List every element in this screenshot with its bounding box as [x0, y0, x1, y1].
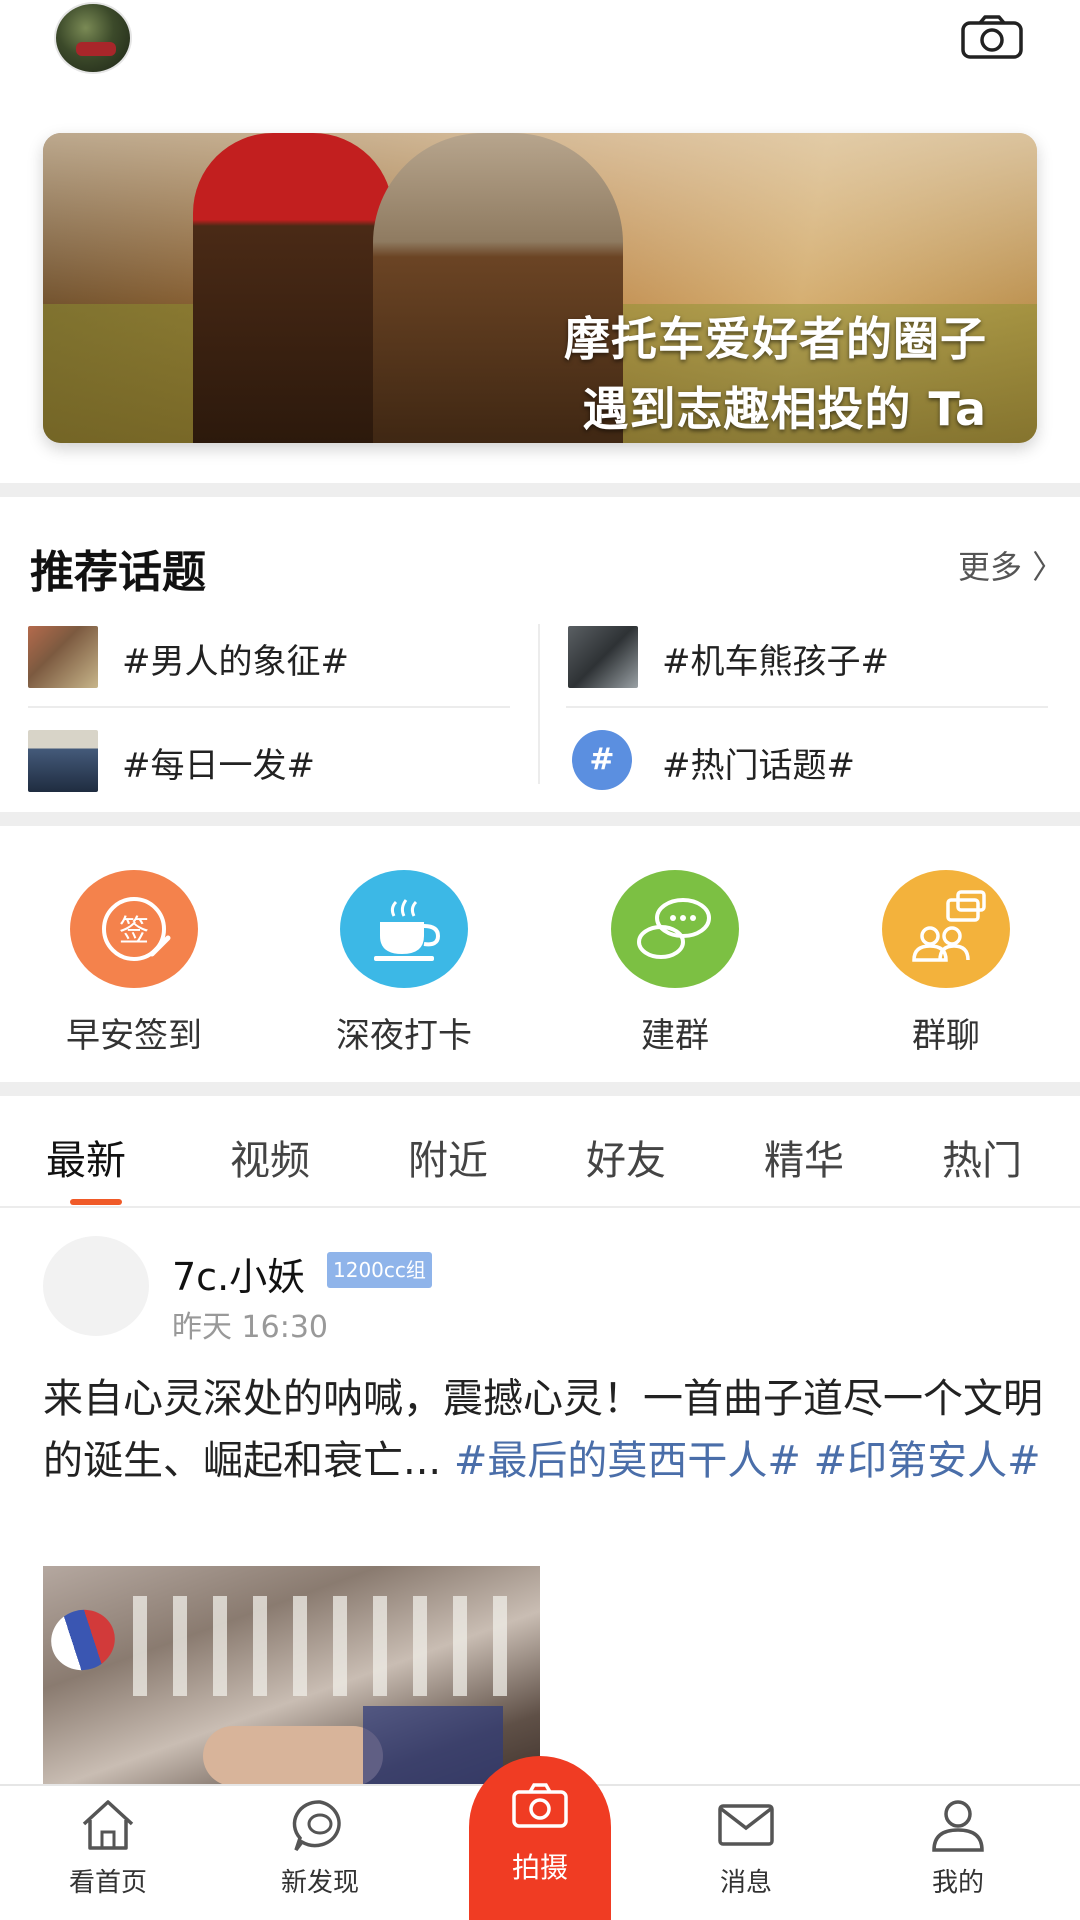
topic-item[interactable]: #机车熊孩子# — [568, 620, 1048, 700]
tab-featured[interactable]: 精华 — [764, 1128, 844, 1186]
post-timestamp: 昨天 16:30 — [172, 1310, 328, 1345]
home-icon — [82, 1800, 134, 1850]
discover-icon — [292, 1800, 341, 1852]
nav-label: 新发现 — [280, 1868, 359, 1898]
shortcut-morning-checkin[interactable]: 签 早安签到 — [34, 870, 234, 1057]
tab-hot[interactable]: 热门 — [942, 1128, 1022, 1186]
svg-text:签: 签 — [119, 914, 149, 949]
checkin-icon: 签 — [70, 870, 198, 988]
nav-messages[interactable]: 消息 — [676, 1796, 816, 1899]
banner-headline: 摩托车爱好者的圈子 — [564, 312, 987, 366]
post-username[interactable]: 7c.小妖 — [172, 1246, 305, 1301]
shortcut-group-chat[interactable]: 群聊 — [846, 870, 1046, 1057]
nav-profile[interactable]: 我的 — [888, 1796, 1028, 1899]
shortcut-label: 群聊 — [912, 1016, 980, 1056]
tab-video[interactable]: 视频 — [230, 1128, 310, 1186]
nav-home[interactable]: 看首页 — [38, 1796, 178, 1899]
user-avatar[interactable] — [54, 2, 132, 74]
shortcut-create-group[interactable]: 建群 — [575, 870, 775, 1057]
nav-label: 看首页 — [68, 1868, 147, 1898]
chat-bubbles-icon — [611, 870, 739, 988]
topic-label: #机车熊孩子# — [662, 642, 889, 682]
coffee-cup-icon — [340, 870, 468, 988]
nav-shoot-button[interactable]: 拍摄 — [469, 1756, 611, 1920]
top-bar — [0, 0, 1080, 120]
tab-nearby[interactable]: 附近 — [408, 1128, 488, 1186]
camera-icon — [512, 1783, 568, 1828]
topic-label: #男人的象征# — [122, 642, 349, 682]
shortcut-late-night-checkin[interactable]: 深夜打卡 — [304, 870, 504, 1057]
hero-banner[interactable]: 摩托车爱好者的圈子 遇到志趣相投的 Ta — [43, 133, 1037, 443]
section-title-topics: 推荐话题 — [30, 547, 206, 598]
shortcut-label: 早安签到 — [66, 1016, 202, 1056]
banner-rider-red-helmet — [193, 133, 393, 443]
post-author-avatar[interactable] — [43, 1236, 149, 1336]
group-chat-icon — [882, 870, 1010, 988]
nav-label: 拍摄 — [511, 1851, 568, 1884]
section-divider — [0, 1082, 1080, 1096]
nav-label: 我的 — [931, 1868, 984, 1898]
shortcut-label: 建群 — [641, 1016, 709, 1056]
post-image[interactable] — [43, 1566, 540, 1796]
post-content[interactable]: 来自心灵深处的呐喊，震撼心灵！一首曲子道尽一个文明的诞生、崛起和衰亡... #最… — [43, 1368, 1043, 1492]
topic-label: #热门话题# — [662, 746, 855, 786]
hashtag-icon: # — [572, 730, 632, 790]
nav-label: 消息 — [719, 1868, 772, 1898]
nav-discover[interactable]: 新发现 — [250, 1796, 390, 1899]
topic-item[interactable]: #男人的象征# — [28, 620, 508, 700]
camera-icon[interactable] — [960, 14, 1024, 60]
shortcut-label: 深夜打卡 — [336, 1016, 472, 1056]
topic-thumbnail — [28, 730, 98, 792]
topic-thumbnail — [568, 626, 638, 688]
topic-item[interactable]: # #热门话题# — [568, 724, 1048, 804]
post-group-badge: 1200cc组 — [327, 1252, 432, 1288]
mail-icon — [718, 1804, 774, 1846]
topic-item[interactable]: #每日一发# — [28, 724, 508, 804]
more-topics-link[interactable]: 更多 〉 — [958, 542, 1064, 588]
section-divider — [0, 812, 1080, 826]
active-tab-indicator — [70, 1199, 122, 1205]
topic-thumbnail — [28, 626, 98, 688]
profile-icon — [932, 1800, 984, 1852]
topic-label: #每日一发# — [122, 746, 315, 786]
post-hashtags[interactable]: #最后的莫西干人# #印第安人# — [454, 1438, 1041, 1484]
section-divider — [0, 483, 1080, 497]
banner-subline: 遇到志趣相投的 Ta — [582, 382, 987, 436]
bottom-navigation: 看首页 新发现 拍摄 消息 我的 — [0, 1756, 1080, 1920]
tab-latest[interactable]: 最新 — [46, 1128, 126, 1186]
tab-friends[interactable]: 好友 — [586, 1128, 666, 1186]
